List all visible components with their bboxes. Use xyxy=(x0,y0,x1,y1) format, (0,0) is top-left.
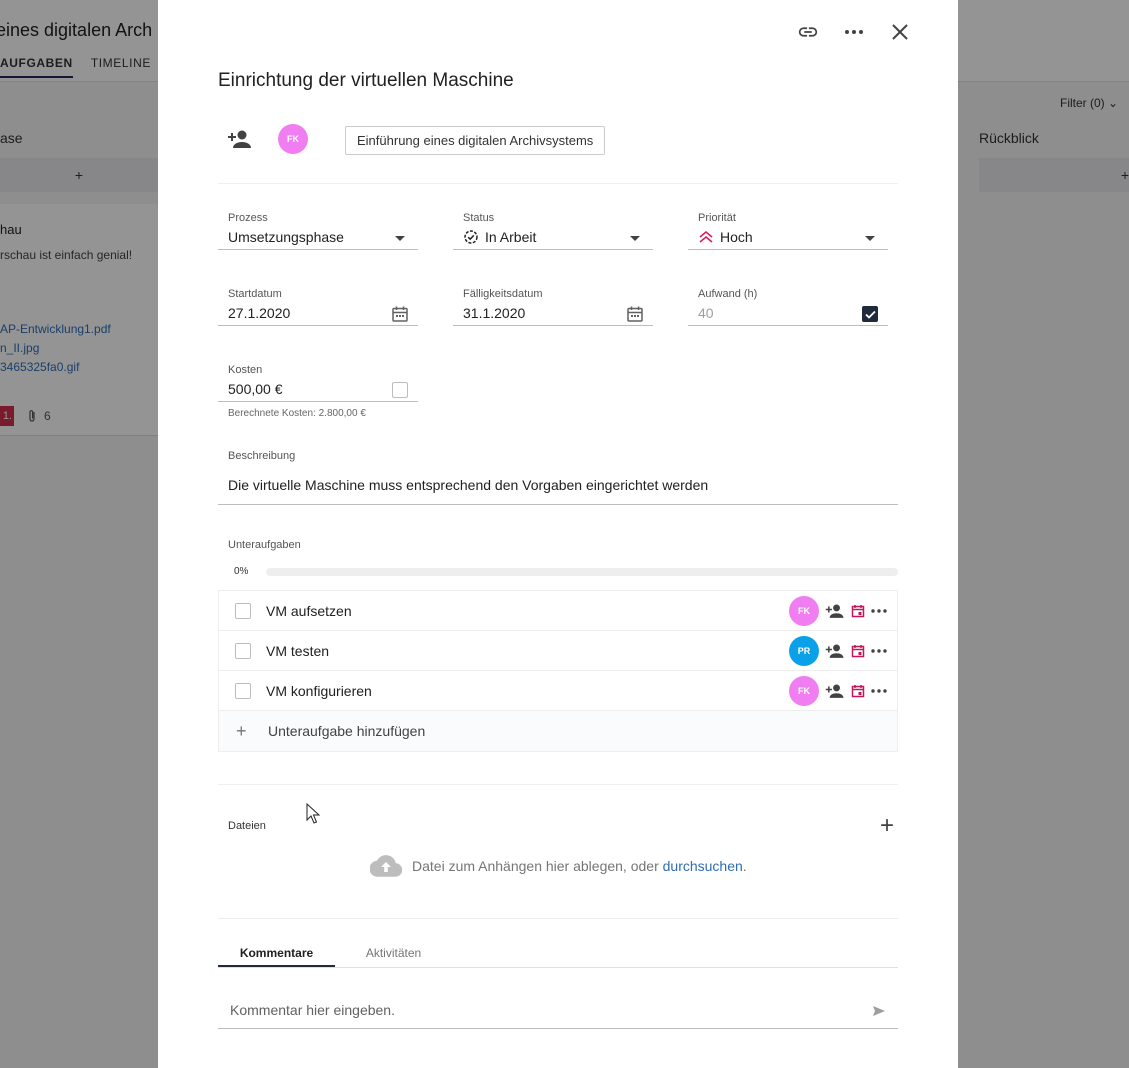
tab-aktivitaeten[interactable]: Aktivitäten xyxy=(335,940,452,967)
description-text[interactable]: Die virtuelle Maschine muss entsprechend… xyxy=(228,477,708,493)
assignee-row: FK xyxy=(218,124,308,154)
more-icon[interactable] xyxy=(842,20,866,44)
add-person-icon[interactable] xyxy=(825,643,845,659)
subtask-actions: PR xyxy=(789,636,887,666)
subtasks-progress-text: 0% xyxy=(234,566,249,577)
status-in-progress-icon xyxy=(464,230,478,244)
prioritaet-label: Priorität xyxy=(698,212,736,224)
add-person-icon[interactable] xyxy=(227,127,253,151)
prioritaet-select[interactable]: Priorität Hoch xyxy=(688,204,888,250)
avatar[interactable]: FK xyxy=(278,124,308,154)
modal-toolbar xyxy=(796,20,912,44)
more-icon[interactable] xyxy=(871,649,887,653)
avatar[interactable]: FK xyxy=(789,596,819,626)
drop-text-main: Datei zum Anhängen hier ablegen, oder xyxy=(412,858,659,874)
subtask-name[interactable]: VM testen xyxy=(266,643,329,659)
close-icon[interactable] xyxy=(888,20,912,44)
browse-link[interactable]: durchsuchen xyxy=(663,858,743,874)
calendar-icon[interactable] xyxy=(851,604,865,618)
add-file-button[interactable]: + xyxy=(880,814,894,838)
startdatum-field[interactable]: Startdatum 27.1.2020 xyxy=(218,280,418,326)
comment-box xyxy=(218,994,898,1029)
divider xyxy=(218,784,898,785)
plus-icon: + xyxy=(236,720,247,741)
calendar-icon[interactable] xyxy=(851,644,865,658)
drop-text-end: . xyxy=(742,858,747,874)
chevron-down-icon xyxy=(625,228,645,248)
status-label: Status xyxy=(463,212,495,224)
add-person-icon[interactable] xyxy=(825,603,845,619)
subtask-actions: FK xyxy=(789,596,887,626)
status-text: In Arbeit xyxy=(485,229,537,245)
add-subtask-label: Unteraufgabe hinzufügen xyxy=(268,723,426,739)
project-chip[interactable]: Einführung eines digitalen Archivsystems xyxy=(345,126,606,155)
subtask-row[interactable]: VM testen PR xyxy=(219,631,897,671)
prozess-select[interactable]: Prozess Umsetzungsphase xyxy=(218,204,418,250)
tab-kommentare[interactable]: Kommentare xyxy=(218,940,335,967)
subtask-name[interactable]: VM aufsetzen xyxy=(266,603,352,619)
prioritaet-text: Hoch xyxy=(720,229,753,245)
avatar[interactable]: PR xyxy=(789,636,819,666)
divider xyxy=(218,183,898,184)
subtask-row[interactable]: VM konfigurieren FK xyxy=(219,671,897,711)
comment-input[interactable] xyxy=(230,1002,830,1018)
calendar-icon[interactable] xyxy=(625,304,645,324)
chevron-down-icon xyxy=(390,228,410,248)
subtask-checkbox[interactable] xyxy=(235,682,251,699)
subtask-actions: FK xyxy=(789,676,887,706)
aufwand-label: Aufwand (h) xyxy=(698,288,758,300)
subtasks-label: Unteraufgaben xyxy=(228,539,301,551)
calendar-icon[interactable] xyxy=(851,684,865,698)
kosten-checkbox[interactable] xyxy=(390,380,410,400)
prioritaet-value: Hoch xyxy=(698,229,753,245)
prozess-value: Umsetzungsphase xyxy=(228,229,344,245)
subtask-row[interactable]: VM aufsetzen FK xyxy=(219,591,897,631)
file-drop-zone[interactable]: Datei zum Anhängen hier ablegen, oder du… xyxy=(370,855,747,877)
subtask-checkbox[interactable] xyxy=(235,602,251,619)
activity-tabs: Kommentare Aktivitäten xyxy=(218,940,898,968)
kosten-label: Kosten xyxy=(228,364,263,376)
aufwand-checkbox[interactable] xyxy=(860,304,880,324)
priority-high-icon xyxy=(699,230,713,243)
aufwand-value: 40 xyxy=(698,305,714,321)
checkbox-unchecked xyxy=(392,382,408,398)
cloud-upload-icon xyxy=(370,855,402,877)
faelligkeitsdatum-field[interactable]: Fälligkeitsdatum 31.1.2020 xyxy=(453,280,653,326)
task-title[interactable]: Einrichtung der virtuellen Maschine xyxy=(218,70,514,92)
task-detail-modal: Einrichtung der virtuellen Maschine FK E… xyxy=(158,0,958,1068)
kosten-value: 500,00 € xyxy=(228,381,283,397)
startdatum-label: Startdatum xyxy=(228,288,282,300)
add-subtask-button[interactable]: + Unteraufgabe hinzufügen xyxy=(219,711,897,751)
subtask-list: VM aufsetzen FK VM testen PR VM konfigur… xyxy=(218,590,898,752)
status-select[interactable]: Status In Arbeit xyxy=(453,204,653,250)
description-underline xyxy=(218,504,898,505)
more-icon[interactable] xyxy=(871,609,887,613)
calculated-costs-hint: Berechnete Kosten: 2.800,00 € xyxy=(228,408,366,419)
divider xyxy=(218,918,898,919)
status-value: In Arbeit xyxy=(463,229,536,245)
link-icon[interactable] xyxy=(796,20,820,44)
files-label: Dateien xyxy=(228,820,266,832)
faelligkeit-label: Fälligkeitsdatum xyxy=(463,288,543,300)
avatar[interactable]: FK xyxy=(789,676,819,706)
subtasks-progress-bar xyxy=(266,568,898,576)
aufwand-field[interactable]: Aufwand (h) 40 xyxy=(688,280,888,326)
mouse-cursor-icon xyxy=(306,803,320,824)
faelligkeit-value: 31.1.2020 xyxy=(463,305,526,321)
subtask-name[interactable]: VM konfigurieren xyxy=(266,683,372,699)
startdatum-value: 27.1.2020 xyxy=(228,305,291,321)
subtask-checkbox[interactable] xyxy=(235,642,251,659)
checkbox-checked xyxy=(862,306,878,322)
kosten-field[interactable]: Kosten 500,00 € xyxy=(218,356,418,402)
add-person-icon[interactable] xyxy=(825,683,845,699)
send-icon[interactable] xyxy=(872,1004,886,1022)
calendar-icon[interactable] xyxy=(390,304,410,324)
more-icon[interactable] xyxy=(871,689,887,693)
drop-text: Datei zum Anhängen hier ablegen, oder du… xyxy=(412,858,747,874)
chevron-down-icon xyxy=(860,228,880,248)
prozess-label: Prozess xyxy=(228,212,268,224)
description-label: Beschreibung xyxy=(228,450,296,462)
checkmark-icon xyxy=(864,310,876,319)
